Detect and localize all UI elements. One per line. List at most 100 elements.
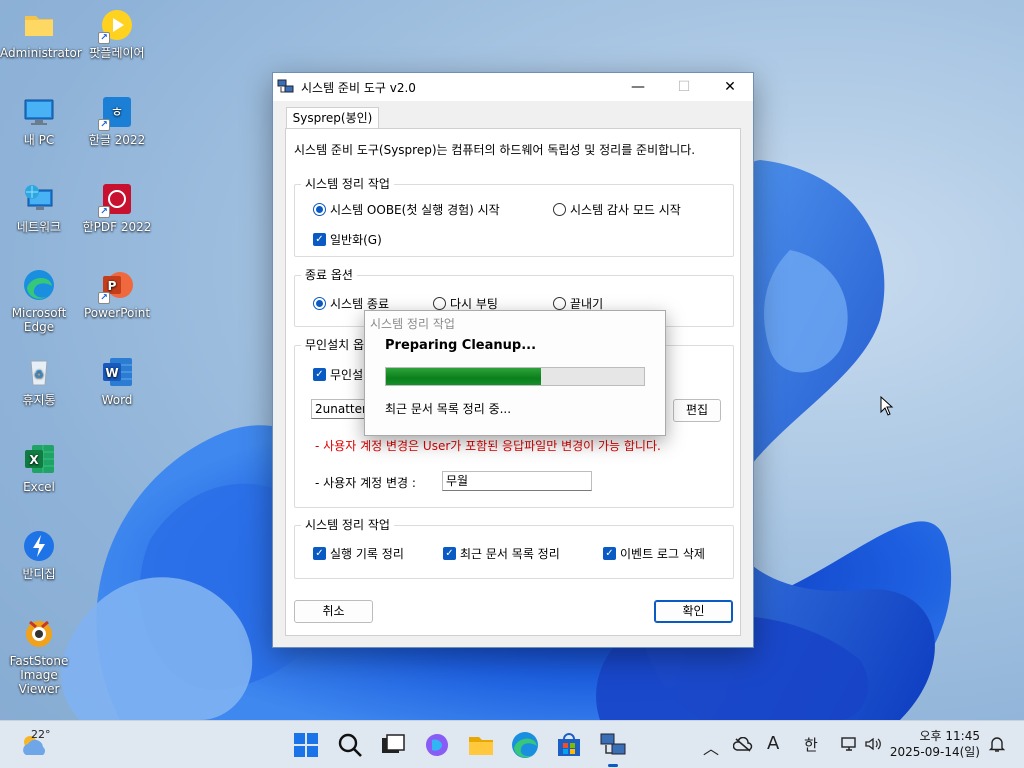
desktop-icon-faststone[interactable]: FastStone Image Viewer — [0, 616, 78, 696]
chevron-up-icon: ︿ — [703, 739, 720, 758]
edge-icon — [22, 268, 56, 302]
desktop-icon-label: PowerPoint — [83, 306, 151, 320]
recycle-bin-icon: ♻ — [22, 355, 56, 389]
speaker-icon — [865, 737, 881, 751]
desktop-icon-powerpoint[interactable]: P ↗ PowerPoint — [78, 268, 156, 320]
checkbox-history[interactable]: ✓ 실행 기록 정리 — [313, 545, 404, 562]
edge-icon — [512, 732, 538, 758]
desktop-icon-edge[interactable]: Microsoft Edge — [0, 268, 78, 334]
radio-audit[interactable]: 시스템 감사 모드 시작 — [553, 201, 681, 218]
network-status-button[interactable] — [732, 736, 753, 757]
desktop-icon-label: 한PDF 2022 — [82, 220, 152, 234]
clock-time: 오후 11:45 — [919, 729, 980, 743]
desktop-icon-administrator[interactable]: Administrator — [0, 8, 82, 60]
desktop-icon-excel[interactable]: X Excel — [0, 442, 78, 494]
task-view-button[interactable] — [377, 729, 409, 761]
checkbox-label: 무인설 — [330, 368, 364, 382]
ok-button[interactable]: 확인 — [654, 600, 733, 623]
check-icon: ✓ — [603, 547, 616, 560]
quick-settings-button[interactable] — [841, 736, 882, 756]
search-icon — [338, 733, 362, 757]
cleanup-tasks-group: 시스템 정리 작업 ✓ 실행 기록 정리 ✓ 최근 문서 목록 정리 ✓ 이벤트… — [294, 517, 734, 579]
desktop-icon-label: 팟플레이어 — [89, 46, 145, 60]
desktop-icon-hangul[interactable]: ㅎ ↗ 한글 2022 — [78, 95, 156, 147]
tab-sysprep[interactable]: Sysprep(봉인) — [286, 107, 379, 129]
desktop-icon-label: Word — [101, 393, 133, 407]
mouse-cursor-icon — [880, 396, 894, 416]
store-button[interactable] — [553, 729, 585, 761]
desktop-icon-word[interactable]: W Word — [78, 355, 156, 407]
cleanup-action-group: 시스템 정리 작업 시스템 OOBE(첫 실행 경험) 시작 시스템 감사 모드… — [294, 176, 734, 257]
desktop-icon-this-pc[interactable]: 내 PC — [0, 95, 78, 147]
unattend-file-field[interactable]: 2unattend — [311, 399, 371, 419]
progress-heading: Preparing Cleanup... — [385, 338, 537, 353]
checkbox-event-log[interactable]: ✓ 이벤트 로그 삭제 — [603, 545, 705, 562]
powerpoint-icon: P ↗ — [98, 268, 134, 304]
desktop-icon-potplayer[interactable]: ↗ 팟플레이어 — [78, 8, 156, 60]
cloud-offline-icon — [732, 736, 753, 752]
copilot-button[interactable] — [421, 729, 453, 761]
edge-taskbar-button[interactable] — [509, 729, 541, 761]
monitor-icon — [22, 95, 56, 129]
folder-icon — [22, 8, 56, 42]
close-button[interactable]: ✕ — [707, 73, 753, 101]
potplayer-icon: ↗ — [98, 8, 134, 44]
show-hidden-icons-button[interactable]: ︿ — [703, 735, 719, 759]
hangul-icon: ㅎ ↗ — [98, 95, 134, 131]
search-button[interactable] — [334, 729, 366, 761]
shortcut-arrow-icon: ↗ — [98, 119, 110, 131]
checkbox-recent-docs[interactable]: ✓ 최근 문서 목록 정리 — [443, 545, 560, 562]
desktop-icon-label: 휴지통 — [22, 393, 56, 407]
progress-bar-fill — [386, 368, 541, 385]
radio-indicator — [553, 297, 566, 310]
title-bar[interactable]: 시스템 준비 도구 v2.0 — ☐ ✕ — [273, 73, 753, 101]
desktop-icon-network[interactable]: 네트워크 — [0, 182, 78, 234]
store-icon — [558, 733, 580, 756]
weather-temperature: 22° — [31, 728, 51, 741]
radio-oobe[interactable]: 시스템 OOBE(첫 실행 경험) 시작 — [313, 201, 500, 218]
checkbox-label: 일반화(G) — [330, 233, 382, 247]
ime-language-indicator[interactable]: 한 — [804, 734, 818, 755]
edit-button[interactable]: 편집 — [673, 399, 721, 422]
desktop-icon-label: 네트워크 — [16, 220, 62, 234]
window-title: 시스템 준비 도구 v2.0 — [301, 80, 416, 95]
taskbar: 22° ︿ A 한 오후 11:45 2025-09-14(일) — [0, 720, 1024, 768]
copilot-icon — [426, 734, 448, 756]
display-icon — [841, 737, 856, 751]
desktop-icon-label: FastStone Image Viewer — [9, 654, 69, 696]
checkbox-generalize[interactable]: ✓ 일반화(G) — [313, 231, 382, 248]
system-clock[interactable]: 오후 11:45 2025-09-14(일) — [890, 728, 980, 760]
file-explorer-button[interactable] — [465, 729, 497, 761]
bandizip-icon — [22, 529, 56, 563]
radio-indicator — [553, 203, 566, 216]
desktop-icon-bandizip[interactable]: 반디집 — [0, 529, 78, 581]
description-text: 시스템 준비 도구(Sysprep)는 컴퓨터의 하드웨어 독립성 및 정리를 … — [294, 143, 696, 157]
start-button[interactable] — [290, 729, 322, 761]
group-legend: 종료 옵션 — [301, 267, 357, 283]
progress-dialog: 시스템 정리 작업 Preparing Cleanup... 최근 문서 목록 … — [364, 310, 666, 436]
shortcut-arrow-icon: ↗ — [98, 32, 110, 44]
maximize-button[interactable]: ☐ — [661, 73, 707, 101]
desktop-icon-label: Excel — [23, 480, 55, 494]
desktop-icon-label: Microsoft Edge — [11, 306, 67, 334]
desktop-icon-recycle-bin[interactable]: ♻ 휴지통 — [0, 355, 78, 407]
check-icon: ✓ — [313, 233, 326, 246]
desktop-icon-hanpdf[interactable]: ↗ 한PDF 2022 — [78, 182, 156, 234]
shortcut-arrow-icon: ↗ — [98, 292, 110, 304]
minimize-button[interactable]: — — [615, 73, 661, 101]
check-icon: ✓ — [443, 547, 456, 560]
account-field[interactable]: 무월 — [442, 471, 592, 491]
progress-dialog-title: 시스템 정리 작업 — [370, 317, 455, 331]
checkbox-unattend[interactable]: ✓ 무인설 — [313, 366, 363, 383]
account-label: - 사용자 계정 변경 : — [315, 476, 416, 490]
network-computers-icon — [600, 733, 626, 755]
svg-text:♻: ♻ — [34, 368, 44, 381]
warning-text: - 사용자 계정 변경은 User가 포함된 응답파일만 변경이 가능 합니다. — [315, 439, 661, 453]
cancel-button[interactable]: 취소 — [294, 600, 373, 623]
group-legend: 무인설치 옵 — [301, 337, 369, 353]
progress-bar — [385, 367, 645, 386]
notification-center-button[interactable] — [988, 735, 1006, 757]
network-icon — [22, 182, 56, 216]
ime-mode-indicator[interactable]: A — [767, 733, 779, 754]
sysprep-taskbar-button[interactable] — [597, 729, 629, 767]
